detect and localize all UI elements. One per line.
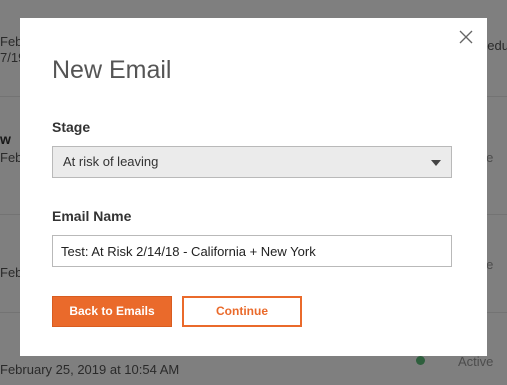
stage-label: Stage [52, 119, 91, 135]
email-name-input[interactable] [52, 235, 452, 267]
email-name-label: Email Name [52, 208, 132, 224]
new-email-modal: New Email Stage At risk of leaving Email… [20, 18, 487, 356]
stage-select-value: At risk of leaving [63, 154, 159, 169]
close-icon[interactable] [457, 28, 475, 46]
modal-title: New Email [52, 56, 172, 84]
chevron-down-icon [431, 160, 441, 166]
back-to-emails-button[interactable]: Back to Emails [52, 296, 172, 327]
stage-select[interactable]: At risk of leaving [52, 146, 452, 178]
continue-button[interactable]: Continue [182, 296, 302, 327]
